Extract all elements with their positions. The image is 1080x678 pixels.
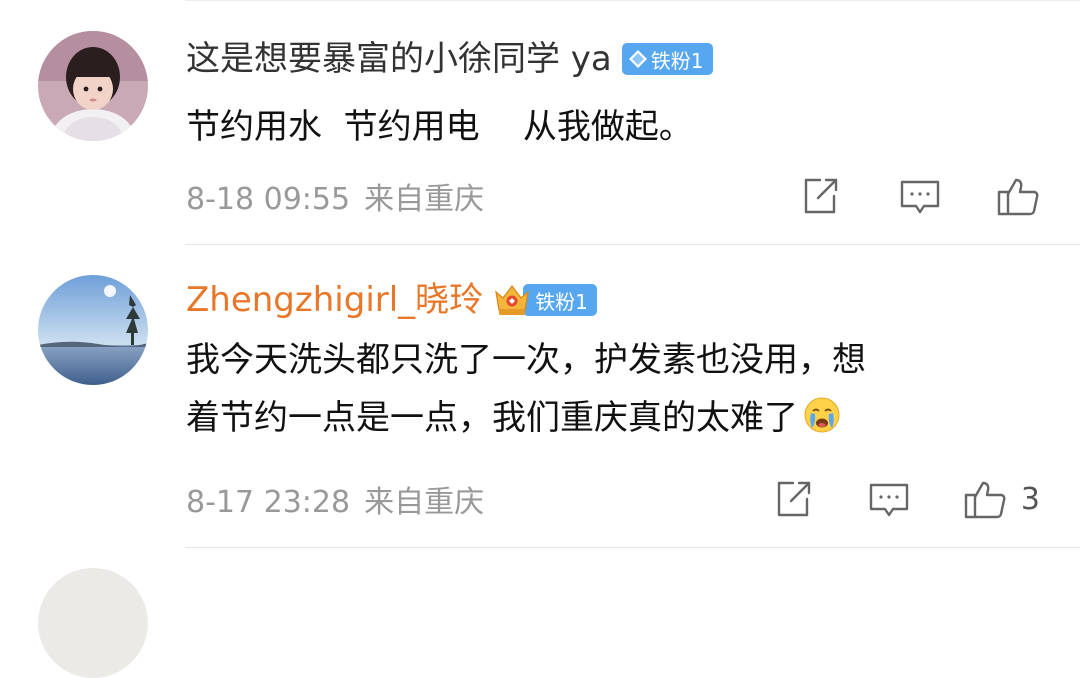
comment-icon [900,180,940,214]
comment-location: 来自重庆 [364,485,485,520]
comment-meta: 8-17 23:28 来自重庆 [186,477,484,521]
comment-date: 8-18 09:55 [186,182,351,217]
avatar[interactable] [38,275,148,385]
comment-date: 8-17 23:28 [186,485,351,520]
reply-button[interactable] [898,174,942,218]
thumbs-up-icon [964,481,1006,519]
diamond-icon [628,50,647,68]
avatar[interactable] [38,31,148,141]
username[interactable]: 这是想要暴富的小徐同学 ya [186,34,612,84]
fan-badge[interactable]: 铁粉1 [523,284,597,316]
comment-actions [798,174,1040,218]
thumbs-up-icon [997,178,1039,216]
username[interactable]: Zhengzhigirl_晓玲 [186,275,483,325]
comment-text: 节约用水 节约用电 从我做起。 [186,107,693,147]
fan-badge-label: 铁粉1 [650,48,704,73]
repost-icon [804,178,838,214]
child-avatar-image [38,31,148,141]
repost-button[interactable] [798,174,842,218]
like-button[interactable] [996,174,1040,218]
comment-item: 这是想要暴富的小徐同学 ya 铁粉1 节约用水 节约用电 从我做起。 8-18 … [0,0,1080,245]
crown-icon [495,285,530,315]
reply-button[interactable] [867,477,911,521]
comment-text-line: 我今天洗头都只洗了一次，护发素也没用，想 [186,340,866,380]
comment-text-line-2: 着节约一点是一点，我们重庆真的太难了 [186,389,1020,447]
divider [185,547,1080,548]
comment-icon [869,483,909,517]
comment-actions: 3 [771,477,1040,521]
comment-meta: 8-18 09:55 来自重庆 [186,174,484,218]
comment-text-line: 着节约一点是一点，我们重庆真的太难了 [186,398,798,438]
comment-location: 来自重庆 [364,182,485,217]
repost-button[interactable] [771,477,815,521]
repost-icon [777,481,811,517]
fan-badge[interactable]: 铁粉1 [621,43,713,75]
fan-badge-label: 铁粉1 [535,289,588,314]
comment-item: Zhengzhigirl_晓玲 铁粉1 我今天洗头都只洗了一次，护发素也没用，想… [0,245,1080,548]
like-button[interactable]: 3 [963,477,1040,521]
crying-emoji-icon [804,397,840,433]
avatar[interactable] [38,568,148,678]
lake-avatar-image [38,275,148,385]
like-count: 3 [1020,481,1040,517]
comment-text: 我今天洗头都只洗了一次，护发素也没用，想 着节约一点是一点，我们重庆真的太难了 [186,331,1020,447]
